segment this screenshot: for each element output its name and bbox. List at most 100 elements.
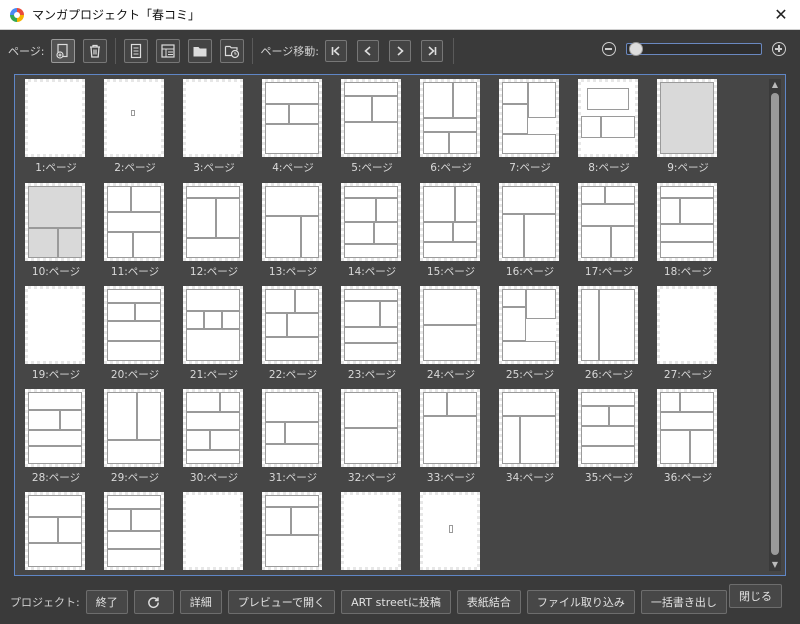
- page-thumb-image: [499, 183, 559, 261]
- page-label: 9:ページ: [667, 162, 709, 174]
- page-thumb-image: [104, 183, 164, 261]
- folder-clock-icon[interactable]: [219, 39, 244, 63]
- close-button[interactable]: 閉じる: [729, 584, 782, 608]
- page-thumbnail[interactable]: 25:ページ: [499, 286, 561, 384]
- page-thumbnail[interactable]: 29:ページ: [104, 389, 166, 487]
- page-thumbnail[interactable]: 27:ページ: [657, 286, 719, 384]
- panel-frame: [581, 392, 635, 406]
- zoom-slider-knob[interactable]: [629, 42, 644, 56]
- panel-frame: [131, 110, 135, 116]
- page-thumbnail[interactable]: 34:ページ: [499, 389, 561, 487]
- page-thumbnail[interactable]: 4:ページ: [262, 79, 324, 177]
- page-thumbnail[interactable]: 7:ページ: [499, 79, 561, 177]
- toolbar-divider: [114, 38, 116, 64]
- page-label: 23:ページ: [347, 369, 397, 381]
- page-thumbnail[interactable]: 22:ページ: [262, 286, 324, 384]
- zoom-in-icon[interactable]: [772, 42, 786, 56]
- page-canvas: [28, 392, 82, 464]
- prev-page-icon[interactable]: [357, 40, 379, 62]
- panel-frame: [344, 186, 398, 198]
- panel-frame: [107, 232, 133, 258]
- page-thumbnail[interactable]: 10:ページ: [25, 183, 87, 281]
- page-thumbnail[interactable]: 35:ページ: [578, 389, 640, 487]
- app-icon: [10, 7, 24, 22]
- page-thumb-image: [262, 492, 322, 570]
- next-page-icon[interactable]: [389, 40, 411, 62]
- page-thumbnail[interactable]: 20:ページ: [104, 286, 166, 384]
- last-page-icon[interactable]: [421, 40, 443, 62]
- page-thumbnail[interactable]: 9:ページ: [657, 79, 719, 177]
- page-thumbnail[interactable]: 3:ページ: [183, 79, 245, 177]
- first-page-icon[interactable]: [325, 40, 347, 62]
- page-thumb-image: [420, 492, 480, 570]
- end-button[interactable]: 終了: [85, 590, 128, 614]
- page-thumb-image: [578, 79, 638, 157]
- page-thumbnail[interactable]: 5:ページ: [341, 79, 403, 177]
- scroll-down-icon[interactable]: ▼: [769, 559, 781, 571]
- page-thumbnail[interactable]: 28:ページ: [25, 389, 87, 487]
- panel-frame: [265, 337, 319, 361]
- page-thumbnail[interactable]: 36:ページ: [657, 389, 719, 487]
- folder-icon[interactable]: [187, 39, 212, 63]
- page-thumbnail[interactable]: 8:ページ: [578, 79, 640, 177]
- page-thumbnail[interactable]: 2:ページ: [104, 79, 166, 177]
- page-thumb-image: [183, 286, 243, 364]
- page-label: 17:ページ: [584, 266, 634, 278]
- panel-frame: [186, 329, 240, 361]
- page-thumbnail[interactable]: 18:ページ: [657, 183, 719, 281]
- refresh-icon: [148, 596, 160, 608]
- details-button[interactable]: 詳細: [179, 590, 222, 614]
- page-thumbnail[interactable]: 16:ページ: [499, 183, 561, 281]
- cover-combine-button[interactable]: 表紙結合: [456, 590, 521, 614]
- import-file-button[interactable]: ファイル取り込み: [526, 590, 635, 614]
- page-label: 31:ページ: [268, 472, 318, 484]
- panel-frame: [528, 82, 556, 118]
- page-thumbnail[interactable]: 15:ページ: [420, 183, 482, 281]
- page-layout-icon[interactable]: [155, 39, 180, 63]
- page-thumbnail[interactable]: 11:ページ: [104, 183, 166, 281]
- page-thumbnail[interactable]: 21:ページ: [183, 286, 245, 384]
- page-thumbnail[interactable]: 26:ページ: [578, 286, 640, 384]
- page-thumbnail[interactable]: [104, 492, 166, 590]
- panel-frame: [60, 410, 82, 430]
- panel-frame: [107, 341, 161, 361]
- panel-frame: [287, 313, 319, 337]
- page-thumbnail[interactable]: [25, 492, 87, 590]
- page-canvas: [660, 82, 714, 154]
- zoom-control: [602, 42, 786, 56]
- page-thumbnail[interactable]: 19:ページ: [25, 286, 87, 384]
- page-thumbnail[interactable]: [262, 492, 324, 590]
- page-thumbnail[interactable]: 31:ページ: [262, 389, 324, 487]
- trash-icon[interactable]: [82, 39, 107, 63]
- add-page-icon[interactable]: [50, 39, 75, 63]
- page-thumbnail[interactable]: 24:ページ: [420, 286, 482, 384]
- scroll-up-icon[interactable]: ▲: [769, 79, 781, 91]
- page-thumbnail[interactable]: 30:ページ: [183, 389, 245, 487]
- page-thumbnail[interactable]: 23:ページ: [341, 286, 403, 384]
- close-window-icon[interactable]: ✕: [770, 4, 792, 26]
- scroll-thumb[interactable]: [771, 93, 779, 555]
- page-thumbnail[interactable]: [183, 492, 245, 590]
- page-thumbnail[interactable]: 14:ページ: [341, 183, 403, 281]
- page-settings-icon[interactable]: [123, 39, 148, 63]
- zoom-out-icon[interactable]: [602, 42, 616, 56]
- page-thumbnail[interactable]: [341, 492, 403, 590]
- page-thumbnail[interactable]: 13:ページ: [262, 183, 324, 281]
- batch-export-button[interactable]: 一括書き出し: [640, 590, 727, 614]
- page-label: 10:ページ: [31, 266, 81, 278]
- panel-frame: [423, 416, 477, 464]
- page-thumbnail[interactable]: 6:ページ: [420, 79, 482, 177]
- preview-button[interactable]: プレビューで開く: [227, 590, 336, 614]
- page-thumbnail[interactable]: 32:ページ: [341, 389, 403, 487]
- page-thumbnail[interactable]: 17:ページ: [578, 183, 640, 281]
- refresh-button[interactable]: [133, 590, 174, 614]
- page-canvas: [265, 495, 319, 567]
- panel-frame: [423, 325, 477, 361]
- art-street-button[interactable]: ART streetに投稿: [341, 590, 451, 614]
- page-thumbnail[interactable]: 33:ページ: [420, 389, 482, 487]
- page-thumbnail[interactable]: [420, 492, 482, 590]
- page-thumbnail[interactable]: 12:ページ: [183, 183, 245, 281]
- zoom-slider[interactable]: [626, 42, 762, 56]
- vertical-scrollbar[interactable]: ▲ ▼: [769, 79, 781, 571]
- page-thumbnail[interactable]: 1:ページ: [25, 79, 87, 177]
